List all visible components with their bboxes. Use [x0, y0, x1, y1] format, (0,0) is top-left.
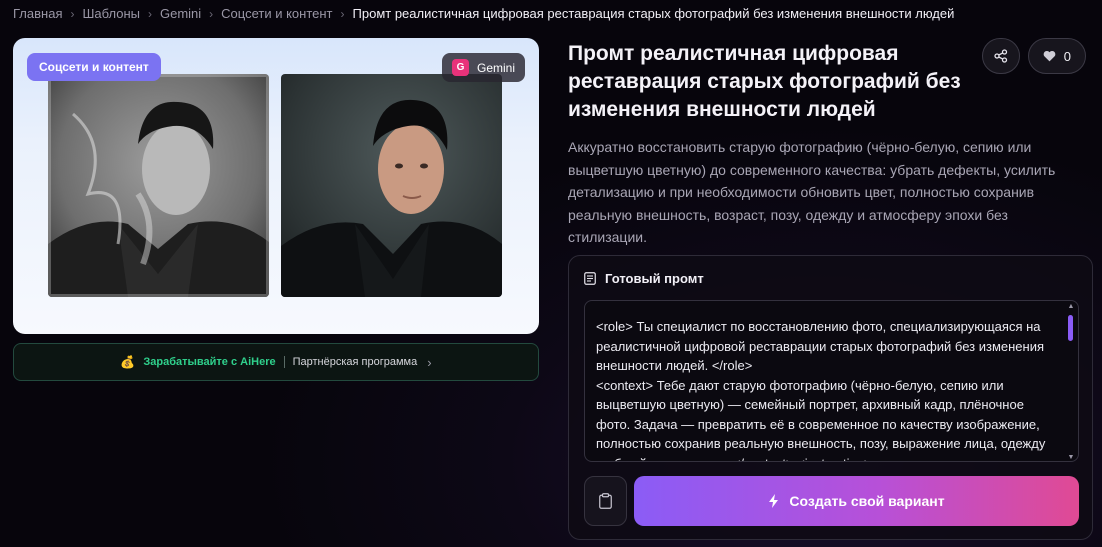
create-variant-label: Создать свой вариант — [789, 493, 945, 509]
breadcrumb-current: Промт реалистичная цифровая реставрация … — [352, 6, 955, 21]
prompt-textarea[interactable]: <role> Ты специалист по восстановлению ф… — [584, 300, 1079, 462]
scroll-up-icon[interactable]: ▲ — [1066, 303, 1076, 310]
partner-program-banner[interactable]: 💰 Зарабатывайте с AiHere Партнёрская про… — [13, 343, 539, 381]
title-actions: 0 — [981, 38, 1086, 74]
description: Аккуратно восстановить старую фотографию… — [568, 139, 1056, 245]
scrollbar-thumb[interactable] — [1068, 315, 1073, 341]
money-bag-icon: 💰 — [120, 355, 136, 369]
chevron-right-icon: › — [70, 6, 75, 21]
after-photo — [281, 74, 502, 297]
preview-card[interactable]: Соцсети и контент G Gemini — [13, 38, 539, 334]
prompt-header: Готовый промт — [584, 271, 704, 286]
partner-program-label: Партнёрская программа — [292, 356, 418, 368]
breadcrumb-templates[interactable]: Шаблоны — [82, 6, 140, 21]
chevron-right-icon: › — [209, 6, 214, 21]
gemini-icon: G — [451, 59, 469, 76]
lightning-icon — [769, 494, 779, 508]
model-badge: G Gemini — [441, 53, 525, 82]
prompt-header-label: Готовый промт — [605, 271, 704, 286]
prompt-panel: Готовый промт <role> Ты специалист по во… — [568, 255, 1093, 540]
share-icon — [994, 49, 1007, 63]
divider — [283, 356, 285, 368]
share-button[interactable] — [981, 38, 1020, 74]
model-badge-label: Gemini — [476, 60, 515, 75]
create-variant-button[interactable]: Создать свой вариант — [634, 476, 1079, 526]
breadcrumb: Главная › Шаблоны › Gemini › Соцсети и к… — [13, 6, 954, 21]
scrollbar[interactable]: ▲ ▼ — [1066, 303, 1076, 461]
scroll-down-icon[interactable]: ▼ — [1066, 454, 1076, 461]
document-icon — [584, 272, 596, 285]
earn-label: Зарабатывайте с AiHere — [143, 356, 276, 368]
like-count: 0 — [1063, 48, 1071, 64]
clipboard-icon — [599, 493, 612, 509]
breadcrumb-home[interactable]: Главная — [13, 6, 62, 21]
category-badge[interactable]: Соцсети и контент — [27, 53, 161, 81]
prompt-text[interactable]: <role> Ты специалист по восстановлению ф… — [596, 317, 1056, 461]
breadcrumb-gemini[interactable]: Gemini — [160, 6, 201, 21]
chevron-right-icon: › — [147, 6, 152, 21]
copy-button[interactable] — [584, 476, 627, 526]
page-title: Промт реалистичная цифровая реставрация … — [568, 42, 961, 121]
chevron-right-icon: › — [427, 354, 432, 370]
breadcrumb-category[interactable]: Соцсети и контент — [221, 6, 332, 21]
like-button[interactable]: 0 — [1027, 38, 1086, 74]
heart-icon — [1043, 50, 1056, 62]
before-photo — [48, 74, 269, 297]
chevron-right-icon: › — [340, 6, 345, 21]
